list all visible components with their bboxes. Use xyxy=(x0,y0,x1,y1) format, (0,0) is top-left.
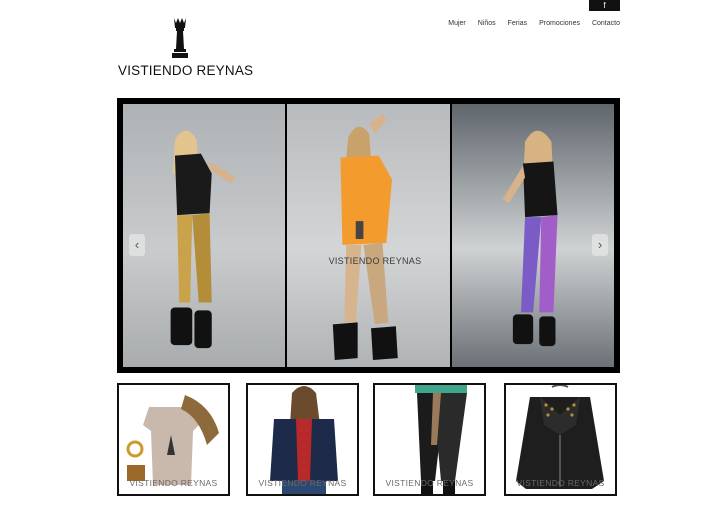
thumbnail-watermark: VISTIENDO REYNAS xyxy=(516,478,605,488)
slide-photo-galaxy-leggings xyxy=(451,104,614,367)
thumbnail-watermark: VISTIENDO REYNAS xyxy=(129,478,218,488)
nav-item-ninos[interactable]: Niños xyxy=(478,20,496,27)
chess-queen-icon xyxy=(172,18,188,58)
slide-photo-gold-leggings xyxy=(123,104,286,367)
nav-item-contacto[interactable]: Contacto xyxy=(592,20,620,27)
slider-prev-button[interactable]: ‹ xyxy=(129,234,145,256)
thumbnail-watermark: VISTIENDO REYNAS xyxy=(385,478,474,488)
thumbnail-navy-blazer[interactable]: VISTIENDO REYNAS xyxy=(246,383,359,496)
main-nav: Mujer Niños Ferias Promociones Contacto xyxy=(448,20,620,27)
thumbnail-watermark: VISTIENDO REYNAS xyxy=(258,478,347,488)
brand-name: VISTIENDO REYNAS xyxy=(118,63,254,78)
hero-slider: VISTIENDO REYNAS ‹ › xyxy=(117,98,620,373)
nav-item-mujer[interactable]: Mujer xyxy=(448,20,466,27)
facebook-tab[interactable]: f xyxy=(589,0,620,11)
slider-next-button[interactable]: › xyxy=(592,234,608,256)
product-thumbnails: VISTIENDO REYNAS VISTIENDO REYNAS VISTIE… xyxy=(117,383,620,499)
slide-photo-orange-blouse xyxy=(287,104,450,367)
thumbnail-sweater-scarf[interactable]: VISTIENDO REYNAS xyxy=(117,383,230,496)
thumbnail-leather-jacket[interactable]: VISTIENDO REYNAS xyxy=(504,383,617,496)
nav-item-ferias[interactable]: Ferias xyxy=(508,20,527,27)
brand-logo[interactable]: VISTIENDO REYNAS xyxy=(118,16,254,80)
thumbnail-two-tone-leggings[interactable]: VISTIENDO REYNAS xyxy=(373,383,486,496)
nav-item-promociones[interactable]: Promociones xyxy=(539,20,580,27)
slider-watermark: VISTIENDO REYNAS xyxy=(328,256,422,266)
